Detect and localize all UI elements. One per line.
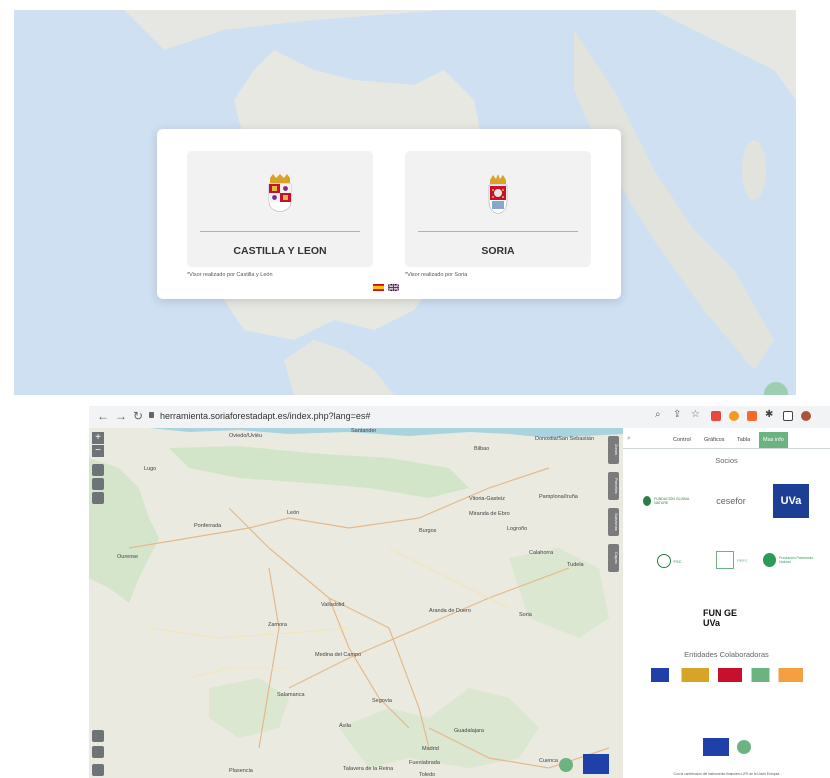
share-icon[interactable]: ⇪	[673, 409, 681, 420]
extension-icon[interactable]	[711, 411, 721, 421]
tab-control[interactable]: Control	[673, 437, 691, 443]
info-icon[interactable]	[92, 746, 104, 758]
city-label: Fuenlabrada	[409, 760, 440, 766]
zoom-out-button[interactable]: −	[92, 445, 104, 457]
city-label: Toledo	[419, 772, 436, 778]
back-icon[interactable]: ←	[97, 409, 109, 423]
locate-icon[interactable]	[92, 492, 104, 504]
soria-label: SORIA	[481, 245, 515, 257]
fullscreen-icon[interactable]	[92, 464, 104, 476]
soria-crest-icon	[488, 174, 508, 214]
soria-card[interactable]: SORIA	[405, 151, 591, 267]
url-bar[interactable]: herramienta.soriaforestadapt.es/index.ph…	[160, 411, 370, 421]
sidebar-icon[interactable]	[783, 411, 793, 421]
language-switcher	[373, 284, 399, 291]
city-label: Tudela	[567, 562, 584, 568]
city-label: Valladolid	[321, 602, 345, 608]
city-label: Lugo	[144, 466, 157, 472]
pefc-logo: PEFC	[707, 548, 757, 572]
collaborators-logos	[651, 668, 803, 682]
lock-icon	[149, 412, 154, 418]
search-icon[interactable]: ⌕	[627, 435, 631, 443]
basemap-icon[interactable]	[92, 764, 104, 776]
city-label: Miranda de Ebro	[469, 511, 510, 517]
city-label: Ávila	[339, 723, 351, 729]
panel-tabs: ⌕ Control Gráficos Tabla Mas info	[623, 432, 830, 449]
extension-icon[interactable]	[747, 411, 757, 421]
tab-tabla[interactable]: Tabla	[737, 437, 750, 443]
city-label: Pamplona/Iruña	[539, 494, 578, 500]
info-panel: ⌕ Control Gráficos Tabla Mas info Socios…	[623, 428, 830, 778]
city-label: Ourense	[117, 554, 139, 560]
side-tab-parcelas[interactable]: Parcelas	[608, 472, 619, 500]
city-label: Calahorra	[529, 550, 554, 556]
reload-icon[interactable]: ↻	[133, 409, 143, 423]
patrimonio-natural-logo: Fundación Patrimonio Natural	[763, 548, 823, 572]
english-flag-icon[interactable]	[388, 284, 399, 291]
socios-title: Socios	[715, 456, 738, 465]
map-canvas	[89, 428, 623, 778]
extensions-puzzle-icon[interactable]: ✱	[765, 409, 773, 420]
funge-uva-logo: FUN GE UVa	[703, 608, 738, 628]
entidades-colaboradoras-title: Entidades Colaboradoras	[684, 650, 769, 659]
city-label: Santander	[351, 428, 377, 434]
side-tab-capas[interactable]: Capas	[608, 544, 619, 572]
city-label: Plasencia	[229, 768, 253, 774]
uva-logo: UVa	[773, 484, 809, 518]
measure-icon[interactable]	[92, 478, 104, 490]
zoom-in-button[interactable]: +	[92, 432, 104, 444]
eu-flag-icon	[583, 754, 609, 774]
city-label: Oviedo/Uviéu	[229, 433, 263, 439]
city-label: León	[287, 510, 300, 516]
browser-toolbar: ← → ↻ herramienta.soriaforestadapt.es/in…	[89, 406, 830, 429]
city-label: Vitoria-Gasteiz	[469, 496, 505, 502]
city-label: Logroño	[507, 526, 528, 532]
soria-note: *Visor realizado por Soria	[405, 272, 468, 278]
side-tab-subzonas[interactable]: Subzonas	[608, 508, 619, 536]
city-label: Burgos	[419, 528, 437, 534]
city-label: Ponferrada	[194, 523, 222, 529]
side-tab-zonas[interactable]: Zonas	[608, 436, 619, 464]
city-label: Medina del Campo	[315, 652, 362, 658]
forestadapt-logo	[737, 740, 751, 754]
city-label: Cuenca	[539, 758, 558, 764]
eu-flag-icon	[703, 738, 729, 756]
global-nature-logo: FUNDACIÓN GLOBAL NATURE	[643, 494, 695, 508]
city-label: Salamanca	[277, 692, 305, 698]
city-label: Aranda de Duero	[429, 608, 471, 614]
card-divider	[200, 231, 360, 232]
castilla-y-leon-card[interactable]: CASTILLA Y LEON	[187, 151, 373, 267]
castilla-y-leon-crest-icon	[268, 174, 292, 212]
fsc-logo: FSC	[643, 552, 695, 570]
bookmark-star-icon[interactable]: ☆	[691, 409, 700, 420]
city-label: Donostia/San Sebastián	[535, 436, 595, 442]
profile-avatar[interactable]	[801, 411, 811, 421]
region-selector-modal: CASTILLA Y LEON *Visor realizado por Cas…	[157, 129, 621, 299]
city-label: Soria	[519, 612, 532, 618]
city-label: Segovia	[372, 698, 392, 704]
zoom-icon[interactable]: ⌕	[655, 409, 661, 420]
map-view[interactable]: Oviedo/Uviéu Santander Bilbao Donostia/S…	[89, 428, 623, 778]
city-label: Bilbao	[474, 446, 490, 452]
tab-mas-info[interactable]: Mas info	[759, 432, 788, 448]
life-funding-note: Con la contribución del instrumento fina…	[673, 772, 780, 776]
cesefor-logo: cesefor	[716, 496, 746, 506]
city-label: Talavera de la Reina	[343, 766, 394, 772]
viewer-screenshot: ← → ↻ herramienta.soriaforestadapt.es/in…	[89, 406, 830, 778]
layer-toggle-icon[interactable]	[92, 730, 104, 742]
city-label: Madrid	[422, 746, 439, 752]
city-label: Zamora	[268, 622, 287, 628]
extension-icon[interactable]	[729, 411, 739, 421]
landing-screenshot: CASTILLA Y LEON *Visor realizado por Cas…	[14, 10, 796, 395]
castilla-y-leon-note: *Visor realizado por Castilla y León	[187, 272, 273, 278]
city-label: Guadalajara	[454, 728, 484, 734]
forestadapt-logo	[559, 758, 573, 772]
forward-icon[interactable]: →	[115, 409, 127, 423]
tab-graficos[interactable]: Gráficos	[704, 437, 724, 443]
castilla-y-leon-label: CASTILLA Y LEON	[233, 245, 327, 257]
spanish-flag-icon[interactable]	[373, 284, 384, 291]
card-divider	[418, 231, 578, 232]
